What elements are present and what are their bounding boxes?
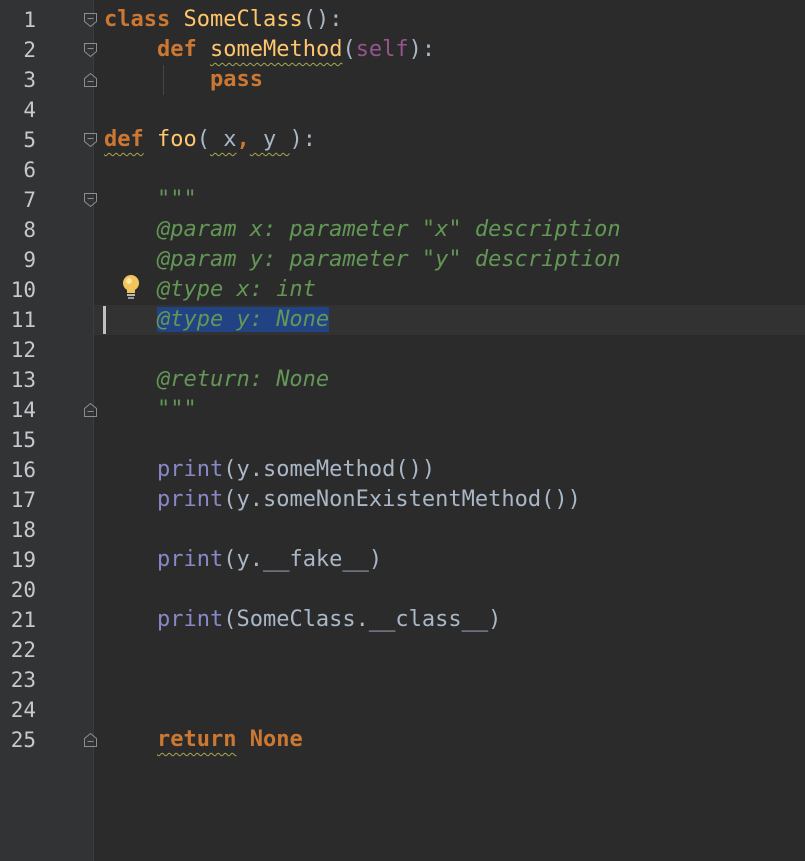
builtin: print — [156, 457, 224, 482]
code-editor[interactable]: 1 2 3 4 5 6 7 8 9 10 11 12 13 14 15 16 1… — [0, 0, 805, 861]
line-number: 23 — [10, 668, 36, 692]
code-text: ): — [289, 127, 317, 152]
fold-open-icon[interactable] — [83, 42, 98, 58]
code-text: (SomeClass.__class__) — [223, 607, 502, 632]
fold-close-icon[interactable] — [83, 732, 98, 748]
code-line-21: print(SomeClass.__class__) — [104, 605, 501, 635]
code-text: ( — [196, 127, 210, 152]
line-number: 7 — [23, 188, 36, 212]
keyword: def — [104, 127, 144, 152]
keyword: def — [156, 37, 197, 62]
method-name: someMethod — [209, 37, 343, 62]
code-line-3: pass — [104, 65, 263, 95]
line-number: 9 — [23, 248, 36, 272]
line-number: 12 — [10, 338, 36, 362]
line-number: 24 — [10, 698, 36, 722]
line-number: 6 — [23, 158, 36, 182]
selected-text[interactable]: @type y: None — [156, 307, 330, 332]
docstring: @param y: parameter "y" description — [156, 247, 621, 272]
line-number: 18 — [10, 518, 36, 542]
line-number: 11 — [10, 308, 36, 332]
line-number: 16 — [10, 458, 36, 482]
line-number: 25 — [10, 728, 36, 752]
fold-open-icon[interactable] — [83, 12, 98, 28]
line-number: 4 — [23, 98, 36, 122]
docstring: @return: None — [156, 367, 330, 392]
docstring: @type x: int — [156, 277, 316, 302]
keyword: pass — [209, 67, 263, 92]
code-line-8: @param x: parameter "x" description — [104, 215, 621, 245]
line-number: 15 — [10, 428, 36, 452]
code-line-5: def foo( x, y ): — [104, 125, 316, 155]
builtin: print — [156, 547, 224, 572]
line-number: 17 — [10, 488, 36, 512]
code-line-1: class SomeClass(): — [104, 5, 342, 35]
line-number: 5 — [23, 128, 36, 152]
code-line-14: """ — [104, 395, 197, 425]
line-number: 1 — [23, 8, 36, 32]
line-number: 13 — [10, 368, 36, 392]
function-name: foo — [157, 127, 197, 152]
code-line-19: print(y.__fake__) — [104, 545, 382, 575]
keyword: return — [156, 727, 237, 752]
docstring: """ — [156, 187, 197, 212]
code-text: (y.someNonExistentMethod()) — [223, 487, 581, 512]
line-number: 20 — [10, 578, 36, 602]
code-text: , — [236, 127, 250, 152]
code-line-25: return None — [104, 725, 303, 755]
code-line-16: print(y.someMethod()) — [104, 455, 435, 485]
param-x: x — [210, 127, 237, 152]
line-number: 22 — [10, 638, 36, 662]
fold-open-icon[interactable] — [83, 192, 98, 208]
line-number: 3 — [23, 68, 36, 92]
fold-close-icon[interactable] — [83, 72, 98, 88]
docstring: @param x: parameter "x" description — [156, 217, 621, 242]
code-line-17: print(y.someNonExistentMethod()) — [104, 485, 581, 515]
code-line-10: @type x: int — [104, 275, 316, 305]
line-number: 14 — [10, 398, 36, 422]
fold-open-icon[interactable] — [83, 132, 98, 148]
code-line-7: """ — [104, 185, 197, 215]
code-line-9: @param y: parameter "y" description — [104, 245, 621, 275]
line-number: 2 — [23, 38, 36, 62]
code-line-11: @type y: None — [104, 305, 330, 335]
code-text: (y.someMethod()) — [223, 457, 436, 482]
line-number: 21 — [10, 608, 36, 632]
code-text: ): — [408, 37, 436, 62]
class-name: SomeClass — [183, 7, 303, 32]
code-text: (): — [302, 7, 343, 32]
line-number: 10 — [10, 278, 36, 302]
keyword: None — [249, 727, 303, 752]
builtin: print — [156, 487, 224, 512]
code-line-13: @return: None — [104, 365, 329, 395]
self-param: self — [355, 37, 409, 62]
param-y: y — [249, 127, 290, 152]
code-line-2: def someMethod(self): — [104, 35, 435, 65]
code-text: (y.__fake__) — [223, 547, 383, 572]
docstring: """ — [156, 397, 197, 422]
keyword: class — [104, 7, 171, 32]
fold-close-icon[interactable] — [83, 402, 98, 418]
builtin: print — [156, 607, 224, 632]
line-number: 19 — [10, 548, 36, 572]
line-number: 8 — [23, 218, 36, 242]
code-text: ( — [342, 37, 356, 62]
